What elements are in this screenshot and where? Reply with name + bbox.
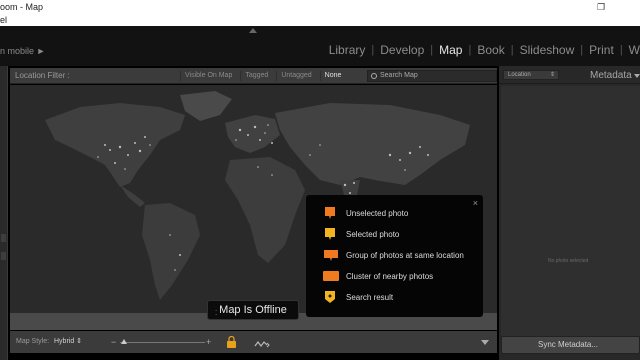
filter-none[interactable]: None [319, 71, 346, 81]
window-title: oom - Map [0, 2, 44, 12]
toolbar-menu-chevron-down-icon[interactable] [481, 340, 489, 345]
legend-label: Selected photo [346, 229, 400, 239]
zoom-in-button[interactable]: + [206, 331, 211, 353]
loading-spinner-icon: ⁚ [215, 310, 218, 317]
legend-label: Group of photos at same location [346, 250, 464, 260]
window-controls: ❐ [566, 0, 636, 14]
restore-icon[interactable]: ❐ [594, 0, 608, 14]
close-icon[interactable] [622, 0, 636, 14]
updown-icon: ⇕ [549, 72, 555, 78]
module-picker: Library | Develop | Map | Book | Slidesh… [323, 43, 640, 57]
search-result-marker-icon [323, 290, 337, 304]
legend-label: Unselected photo [346, 208, 409, 218]
location-preset-value: Location [508, 72, 531, 78]
selected-photo-marker-icon [323, 227, 337, 241]
map-style-label: Map Style: [16, 338, 50, 345]
legend-label: Cluster of nearby photos [346, 271, 434, 281]
window-titlebar: oom - Map ❐ [0, 0, 640, 14]
module-develop[interactable]: Develop [374, 43, 430, 57]
module-map[interactable]: Map [433, 43, 468, 57]
right-panel: Location ⇕ Metadata No photo selected Sy… [499, 66, 640, 360]
left-panel-edge[interactable] [0, 66, 8, 360]
map-offline-label: Map Is Offline [219, 304, 287, 316]
module-web[interactable]: W [623, 43, 640, 57]
search-icon [371, 73, 377, 79]
location-filter-label: Location Filter : [15, 71, 70, 80]
map-toolbar: Map Style: Hybrid ⇕ − + [10, 331, 497, 353]
left-panel-handle[interactable] [1, 252, 6, 260]
cluster-photos-marker-icon [323, 269, 339, 283]
top-panel: n mobile ► Library | Develop | Map | Boo… [0, 26, 640, 66]
metadata-panel-title[interactable]: Metadata [590, 70, 632, 81]
search-map-input[interactable]: Search Map [367, 70, 497, 82]
map-legend: × Unselected photo Selected photo Group … [306, 195, 483, 317]
map-offline-status: ⁚ Map Is Offline [207, 300, 299, 320]
module-slideshow[interactable]: Slideshow [514, 43, 581, 57]
tracklog-icon[interactable] [254, 337, 270, 359]
unselected-photo-marker-icon [323, 206, 337, 220]
legend-item-cluster: Cluster of nearby photos [323, 268, 433, 284]
filter-visible-on-map[interactable]: Visible On Map [180, 71, 236, 81]
legend-item-search-result: Search result [323, 289, 393, 305]
module-library[interactable]: Library [323, 43, 372, 57]
sync-metadata-button[interactable]: Sync Metadata... [501, 336, 640, 354]
menu-item-fragment[interactable]: el [0, 15, 7, 25]
filter-untagged[interactable]: Untagged [276, 71, 315, 81]
legend-label: Search result [346, 292, 394, 302]
location-preset-select[interactable]: Location ⇕ [503, 70, 559, 80]
menu-bar: el [0, 14, 640, 26]
location-filter-options: Visible On Map Tagged Untagged None [180, 71, 345, 81]
module-book[interactable]: Book [471, 43, 510, 57]
minimize-icon[interactable] [566, 0, 580, 14]
no-photo-selected-text: No photo selected [548, 258, 589, 264]
metadata-collapse-icon[interactable] [634, 74, 640, 78]
map-style-select[interactable]: Hybrid ⇕ [54, 331, 82, 353]
zoom-out-button[interactable]: − [111, 331, 116, 353]
identity-plate[interactable]: n mobile ► [0, 46, 45, 56]
legend-close-icon[interactable]: × [473, 198, 478, 208]
metadata-panel-header[interactable]: Location ⇕ Metadata [499, 66, 640, 84]
group-photos-marker-icon [323, 248, 338, 262]
module-print[interactable]: Print [583, 43, 620, 57]
metadata-panel-content: No photo selected [501, 86, 640, 336]
zoom-slider-thumb[interactable] [121, 339, 128, 344]
top-panel-collapse-icon[interactable] [249, 28, 257, 33]
legend-item-unselected: Unselected photo [323, 205, 408, 221]
lock-markers-icon[interactable] [226, 335, 237, 348]
left-panel-handle[interactable] [1, 234, 6, 242]
search-map-placeholder: Search Map [380, 72, 418, 79]
legend-item-selected: Selected photo [323, 226, 399, 242]
legend-item-group: Group of photos at same location [323, 247, 464, 263]
location-filter-bar: Location Filter : Visible On Map Tagged … [10, 68, 497, 84]
zoom-slider-track[interactable] [120, 342, 205, 343]
filter-tagged[interactable]: Tagged [240, 71, 272, 81]
